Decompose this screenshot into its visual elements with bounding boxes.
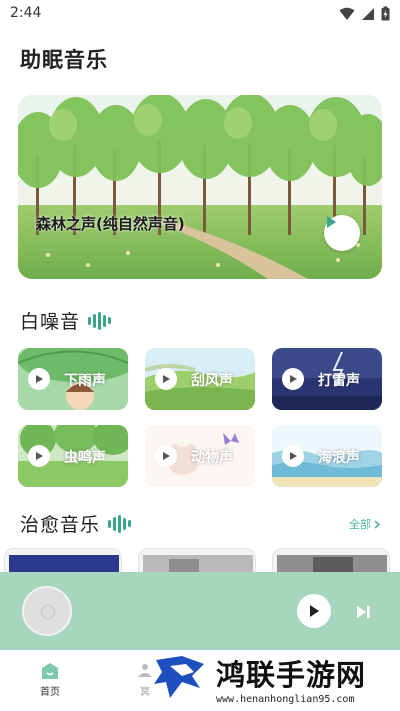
mini-player-play-button[interactable] (297, 594, 331, 628)
tile-wind[interactable]: 刮风声 (145, 348, 255, 410)
hero-play-button[interactable] (324, 215, 360, 251)
nav-home[interactable]: 首页 (28, 662, 72, 698)
chevron-right-icon (374, 519, 380, 529)
status-bar: 2:44 (0, 0, 400, 28)
play-icon (163, 452, 170, 460)
watermark-url: www.henanhonglian95.com (216, 694, 355, 705)
sound-wave-icon (88, 311, 112, 330)
tile-insects-label: 虫鸣声 (64, 450, 106, 466)
tile-rain-label: 下雨声 (64, 373, 106, 389)
play-icon (290, 452, 297, 460)
watermark-title: 鸿联手游网 (216, 658, 367, 692)
tile-wind-label: 刮风声 (191, 373, 233, 389)
hero-title: 森林之声(纯自然声音) (36, 215, 185, 233)
healing-title: 治愈音乐 (20, 514, 101, 536)
white-noise-heading: 白噪音 (20, 307, 112, 334)
tile-thunder[interactable]: 打雷声 (272, 348, 382, 410)
play-icon (36, 452, 43, 460)
status-time: 2:44 (10, 5, 42, 21)
see-all-link[interactable]: 全部 (349, 516, 380, 532)
nav-home-label: 首页 (40, 687, 60, 698)
home-icon (42, 663, 58, 679)
hero-banner[interactable]: 森林之声(纯自然声音) (18, 95, 382, 279)
healing-heading: 治愈音乐 (20, 510, 132, 537)
tile-insects-play-button[interactable] (28, 445, 50, 467)
wifi-icon (339, 7, 355, 20)
tile-animals-label: 动物声 (191, 450, 233, 466)
battery-icon (381, 6, 390, 21)
tile-waves-play-button[interactable] (282, 445, 304, 467)
nav-second-label: 冥 (140, 687, 150, 698)
see-all-label: 全部 (349, 518, 371, 531)
sound-wave-icon (108, 514, 132, 533)
watermark: 鸿联手游网 www.henanhonglian95.com (150, 650, 400, 711)
watermark-logo (154, 656, 204, 698)
page-title: 助眠音乐 (20, 48, 108, 72)
tile-wind-play-button[interactable] (155, 368, 177, 390)
status-icons (339, 6, 390, 21)
tile-animals[interactable]: 动物声 (145, 425, 255, 487)
play-icon (310, 605, 319, 617)
play-icon (290, 375, 297, 383)
tile-rain[interactable]: 下雨声 (18, 348, 128, 410)
tile-insects[interactable]: 虫鸣声 (18, 425, 128, 487)
skip-next-icon (357, 606, 370, 618)
hero-forest-image (18, 95, 382, 279)
tile-thunder-play-button[interactable] (282, 368, 304, 390)
tile-rain-play-button[interactable] (28, 368, 50, 390)
mini-player[interactable] (0, 572, 400, 650)
mini-player-next-button[interactable] (353, 602, 373, 622)
white-noise-title: 白噪音 (20, 311, 81, 333)
album-disc (22, 586, 72, 636)
play-icon (163, 375, 170, 383)
signal-icon (362, 7, 374, 20)
tile-thunder-label: 打雷声 (318, 373, 360, 389)
tile-waves-label: 海浪声 (318, 450, 360, 466)
tile-waves[interactable]: 海浪声 (272, 425, 382, 487)
play-icon (327, 216, 336, 228)
play-icon (36, 375, 43, 383)
tile-animals-play-button[interactable] (155, 445, 177, 467)
